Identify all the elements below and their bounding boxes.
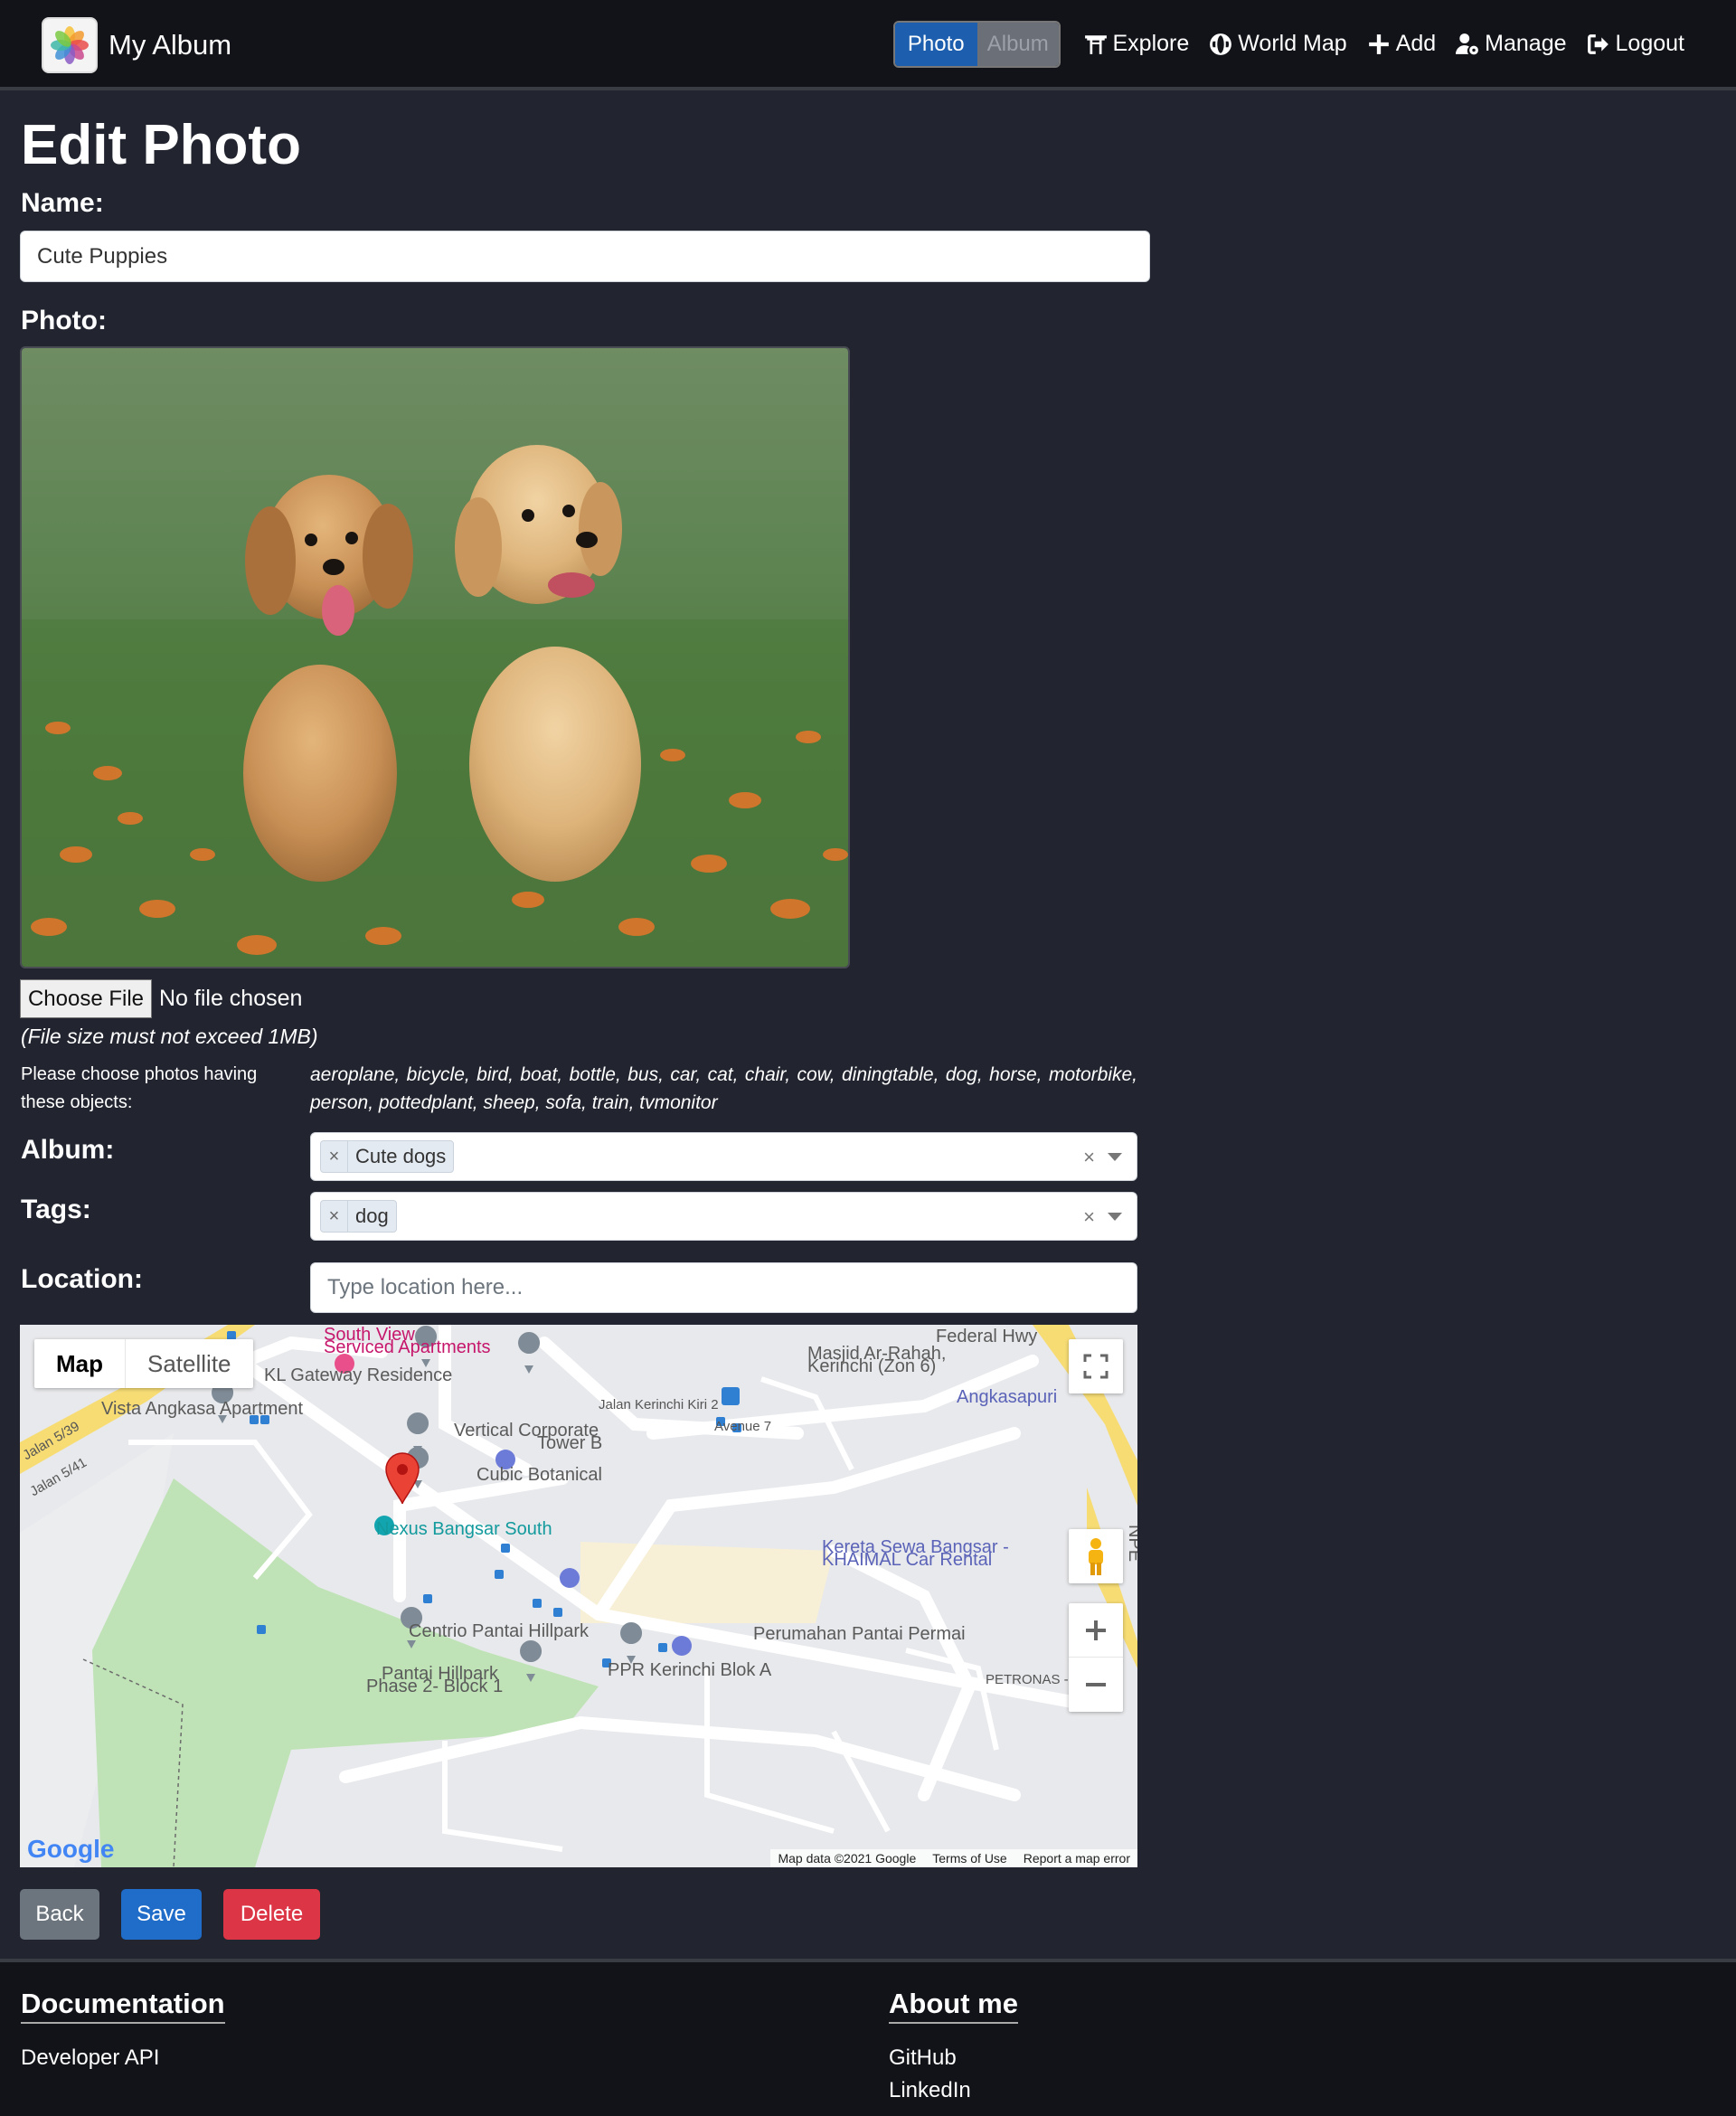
toggle-album[interactable]: Album [976, 23, 1059, 66]
album-clear-icon[interactable]: × [1083, 1146, 1095, 1169]
puppies-photo [22, 348, 848, 967]
back-button[interactable]: Back [20, 1889, 99, 1940]
name-input[interactable]: Cute Puppies [20, 231, 1150, 282]
zoom-out-icon [1086, 1683, 1106, 1686]
photo-label: Photo: [21, 306, 107, 335]
map-label-vista-angkasa: Vista Angkasa Apartment [101, 1399, 304, 1419]
navbar: My Album Photo Album Explore World Map A… [0, 0, 1736, 90]
nav-world-map-label: World Map [1238, 31, 1347, 56]
zoom-controls [1069, 1603, 1123, 1712]
brand-name: My Album [108, 29, 232, 61]
map-label-kereta-2: KHAIMAL Car Rental [822, 1550, 993, 1570]
toggle-photo[interactable]: Photo [895, 23, 977, 66]
map-label-centrio: Centrio Pantai Hillpark [409, 1621, 589, 1641]
footer-docs-title: Documentation [21, 1988, 225, 2024]
report-map-error-link[interactable]: Report a map error [1024, 1851, 1130, 1866]
choose-file-button[interactable]: Choose File [20, 979, 152, 1018]
tag-chip: × dog [320, 1200, 397, 1233]
terms-of-use-link[interactable]: Terms of Use [932, 1851, 1006, 1866]
pegman-icon [1089, 1538, 1103, 1575]
album-chip: × Cute dogs [320, 1140, 455, 1173]
photo-preview [20, 346, 850, 968]
google-logo: Google [27, 1835, 115, 1863]
map-label-ppr-kerinchi: PPR Kerinchi Blok A [608, 1660, 772, 1680]
tag-chip-remove[interactable]: × [321, 1201, 348, 1232]
nav-links: Explore World Map Add Manage Logout [1084, 31, 1684, 57]
map-type-control: Map Satellite [34, 1339, 253, 1388]
map-label-masjid-2: Kerinchi (Zon 6) [807, 1356, 937, 1376]
map-label-vertical-2: Tower B [537, 1433, 603, 1453]
nav-explore[interactable]: Explore [1084, 31, 1190, 57]
nav-explore-label: Explore [1112, 31, 1190, 56]
tags-select[interactable]: × dog × [310, 1192, 1137, 1241]
nav-logout-label: Logout [1615, 31, 1684, 56]
zoom-out-button[interactable] [1069, 1658, 1123, 1712]
location-map[interactable]: South View Serviced Apartments Federal H… [20, 1325, 1137, 1867]
objects-prompt: Please choose photos having these object… [21, 1064, 258, 1112]
tags-dropdown-caret-icon[interactable] [1108, 1213, 1122, 1221]
delete-button[interactable]: Delete [223, 1889, 320, 1940]
zoom-in-icon [1086, 1620, 1106, 1640]
torii-gate-icon [1084, 34, 1107, 54]
logout-icon [1587, 33, 1609, 54]
album-label: Album: [21, 1135, 115, 1165]
file-status: No file chosen [159, 986, 303, 1011]
map-label-nexus: Nexus Bangsar South [376, 1519, 552, 1539]
map-label-npe: NPE [1125, 1524, 1137, 1563]
album-chip-label: Cute dogs [355, 1145, 447, 1167]
map-attribution: Map data ©2021 Google Terms of Use Repor… [770, 1849, 1137, 1867]
nav-add-label: Add [1395, 31, 1437, 56]
location-placeholder: Type location here... [327, 1275, 524, 1299]
map-type-map[interactable]: Map [34, 1339, 126, 1388]
album-chip-remove[interactable]: × [321, 1141, 348, 1172]
footer-github-link[interactable]: GitHub [889, 2045, 957, 2071]
map-label-jalan-kerinchi: Jalan Kerinchi Kiri 2 [599, 1397, 719, 1412]
plus-icon [1368, 33, 1389, 54]
map-label-serviced: Serviced Apartments [324, 1337, 491, 1357]
map-label-avenue-7: Avenue 7 [714, 1419, 772, 1434]
tags-clear-icon[interactable]: × [1083, 1205, 1095, 1229]
name-label: Name: [21, 188, 104, 218]
map-label-pantai-2: Phase 2- Block 1 [366, 1677, 504, 1696]
fullscreen-icon [1083, 1354, 1109, 1379]
map-label-federal: Federal Hwy [936, 1327, 1038, 1346]
page-title: Edit Photo [21, 114, 301, 176]
footer-developer-api-link[interactable]: Developer API [21, 2045, 159, 2071]
photo-album-toggle: Photo Album [893, 21, 1061, 68]
nav-world-map[interactable]: World Map [1209, 31, 1347, 57]
save-button[interactable]: Save [121, 1889, 202, 1940]
file-input: Choose File No file chosen [20, 979, 302, 1018]
objects-list: aeroplane, bicycle, bird, boat, bottle, … [310, 1064, 1137, 1113]
tags-label: Tags: [21, 1195, 91, 1224]
footer-linkedin-link[interactable]: LinkedIn [889, 2078, 971, 2103]
map-label-kl-gateway: KL Gateway Residence [264, 1365, 453, 1385]
album-select[interactable]: × Cute dogs × [310, 1132, 1137, 1181]
globe-icon [1210, 33, 1232, 55]
footer: Documentation Developer API About me Git… [0, 1959, 1736, 2116]
map-label-cubic-botanical: Cubic Botanical [476, 1465, 602, 1485]
fullscreen-button[interactable] [1069, 1339, 1123, 1393]
nav-logout[interactable]: Logout [1587, 31, 1684, 57]
map-data-credit: Map data ©2021 Google [778, 1851, 917, 1866]
name-input-value: Cute Puppies [37, 243, 168, 269]
street-view-pegman[interactable] [1069, 1529, 1123, 1583]
footer-about-title: About me [889, 1988, 1018, 2024]
file-size-hint: (File size must not exceed 1MB) [21, 1025, 318, 1048]
location-input[interactable]: Type location here... [310, 1262, 1137, 1313]
nav-add[interactable]: Add [1367, 31, 1436, 57]
brand[interactable]: My Album [42, 17, 231, 73]
map-label-angkasapuri: Angkasapuri [957, 1387, 1058, 1407]
location-label: Location: [21, 1264, 143, 1294]
photos-app-icon [42, 17, 98, 73]
nav-manage[interactable]: Manage [1456, 31, 1567, 57]
album-dropdown-caret-icon[interactable] [1108, 1153, 1122, 1161]
map-type-satellite[interactable]: Satellite [126, 1339, 253, 1388]
zoom-in-button[interactable] [1069, 1603, 1123, 1658]
nav-manage-label: Manage [1485, 31, 1567, 56]
map-label-perumahan: Perumahan Pantai Permai [753, 1624, 966, 1644]
user-gear-icon [1456, 33, 1479, 54]
tag-chip-label: dog [355, 1204, 389, 1227]
